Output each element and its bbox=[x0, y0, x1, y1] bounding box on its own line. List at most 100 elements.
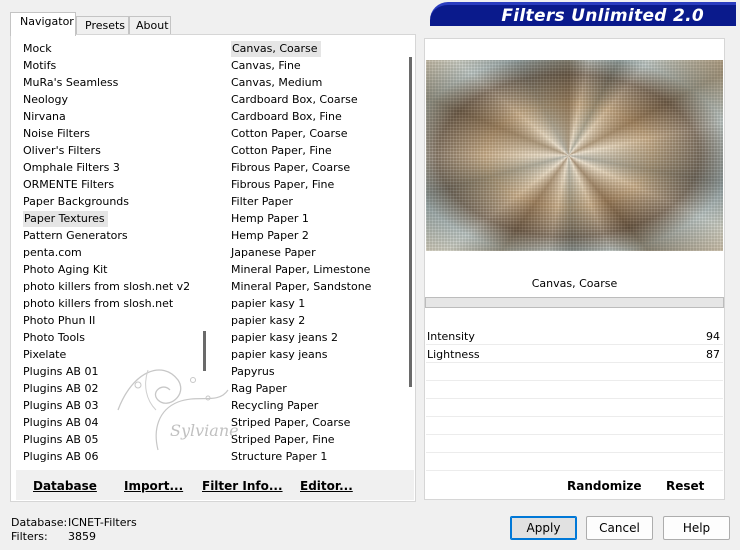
category-item[interactable]: Neology bbox=[21, 91, 197, 108]
category-item-label: Plugins AB 03 bbox=[23, 399, 99, 412]
filter-item[interactable]: Japanese Paper bbox=[229, 244, 405, 261]
filter-item[interactable]: Canvas, Fine bbox=[229, 57, 405, 74]
category-item[interactable]: Noise Filters bbox=[21, 125, 197, 142]
filter-item-label: Cotton Paper, Fine bbox=[231, 144, 332, 157]
param-row-empty bbox=[426, 436, 723, 453]
category-item-label: Paper Backgrounds bbox=[23, 195, 130, 208]
category-item[interactable]: Photo Tools bbox=[21, 329, 197, 346]
reset-button[interactable]: Reset bbox=[666, 479, 704, 493]
category-item[interactable]: photo killers from slosh.net bbox=[21, 295, 197, 312]
tab-about[interactable]: About bbox=[129, 16, 171, 35]
category-item-label: Photo Tools bbox=[23, 331, 85, 344]
filter-item[interactable]: papier kasy jeans bbox=[229, 346, 405, 363]
tab-navigator[interactable]: Navigator bbox=[10, 12, 76, 36]
filter-list-scrollbar[interactable] bbox=[409, 57, 412, 387]
filter-item[interactable]: Rag Paper bbox=[229, 380, 405, 397]
watermark-signature: Sylviane bbox=[170, 421, 239, 440]
help-button[interactable]: Help bbox=[663, 516, 730, 540]
category-item-label: Nirvana bbox=[23, 110, 66, 123]
category-item[interactable]: photo killers from slosh.net v2 bbox=[21, 278, 197, 295]
filter-item[interactable]: Hemp Paper 2 bbox=[229, 227, 405, 244]
filter-item-label: Fibrous Paper, Fine bbox=[231, 178, 335, 191]
cancel-button[interactable]: Cancel bbox=[586, 516, 653, 540]
app-title: Filters Unlimited 2.0 bbox=[501, 6, 704, 26]
category-item[interactable]: ORMENTE Filters bbox=[21, 176, 197, 193]
import-button[interactable]: Import... bbox=[124, 479, 183, 493]
param-value: 87 bbox=[706, 348, 720, 361]
filter-item[interactable]: Hemp Paper 1 bbox=[229, 210, 405, 227]
tab-label: About bbox=[136, 19, 169, 32]
tab-presets[interactable]: Presets bbox=[76, 16, 129, 35]
database-button-label: Database bbox=[33, 479, 97, 493]
category-item-label: Motifs bbox=[23, 59, 57, 72]
filter-list[interactable]: Canvas, Coarse Canvas, Fine Canvas, Medium… bbox=[229, 40, 405, 468]
param-row-empty bbox=[426, 418, 723, 435]
category-item-label: photo killers from slosh.net v2 bbox=[23, 280, 191, 293]
category-item-label: Omphale Filters 3 bbox=[23, 161, 120, 174]
filter-item[interactable]: Mineral Paper, Limestone bbox=[229, 261, 405, 278]
category-item-label: penta.com bbox=[23, 246, 82, 259]
database-button[interactable]: Database bbox=[33, 479, 97, 493]
category-item[interactable]: Mock bbox=[21, 40, 197, 57]
category-item[interactable]: Oliver's Filters bbox=[21, 142, 197, 159]
category-item-label: Noise Filters bbox=[23, 127, 90, 140]
param-row-empty bbox=[426, 454, 723, 471]
filter-item[interactable]: Recycling Paper bbox=[229, 397, 405, 414]
randomize-button[interactable]: Randomize bbox=[567, 479, 641, 493]
selected-filter-name: Canvas, Coarse bbox=[531, 277, 618, 290]
filter-item[interactable]: Striped Paper, Fine bbox=[229, 431, 405, 448]
category-item-label: Pattern Generators bbox=[23, 229, 128, 242]
param-value: 94 bbox=[706, 330, 720, 343]
filter-item-label: Hemp Paper 2 bbox=[231, 229, 309, 242]
filter-item[interactable]: papier kasy 1 bbox=[229, 295, 405, 312]
tab-bar: Navigator Presets About bbox=[10, 12, 180, 36]
category-item-label: MuRa's Seamless bbox=[23, 76, 119, 89]
category-item[interactable]: penta.com bbox=[21, 244, 197, 261]
filter-item[interactable]: Cotton Paper, Coarse bbox=[229, 125, 405, 142]
category-item[interactable]: Paper Backgrounds bbox=[21, 193, 197, 210]
filter-item-label: Mineral Paper, Limestone bbox=[231, 263, 371, 276]
filter-item[interactable]: papier kasy 2 bbox=[229, 312, 405, 329]
filter-item[interactable]: Papyrus bbox=[229, 363, 405, 380]
filter-item[interactable]: Mineral Paper, Sandstone bbox=[229, 278, 405, 295]
category-item[interactable]: Paper Textures bbox=[21, 210, 197, 227]
filter-item[interactable]: Filter Paper bbox=[229, 193, 405, 210]
filter-item[interactable]: Striped Paper, Coarse bbox=[229, 414, 405, 431]
editor-button-label: Editor... bbox=[300, 479, 353, 493]
filter-item[interactable]: Cardboard Box, Fine bbox=[229, 108, 405, 125]
category-item[interactable]: MuRa's Seamless bbox=[21, 74, 197, 91]
filter-item[interactable]: Structure Paper 1 bbox=[229, 448, 405, 465]
tab-label: Navigator bbox=[20, 15, 74, 28]
category-item[interactable]: Photo Phun II bbox=[21, 312, 197, 329]
filter-item[interactable]: Fibrous Paper, Coarse bbox=[229, 159, 405, 176]
category-item[interactable]: Motifs bbox=[21, 57, 197, 74]
filter-item-label: Canvas, Coarse bbox=[231, 41, 321, 57]
param-row-intensity[interactable]: Intensity 94 bbox=[426, 328, 723, 345]
param-row-empty bbox=[426, 382, 723, 399]
filter-item[interactable]: papier kasy jeans 2 bbox=[229, 329, 405, 346]
category-item-label: Pixelate bbox=[23, 348, 67, 361]
category-item[interactable]: Nirvana bbox=[21, 108, 197, 125]
editor-button[interactable]: Editor... bbox=[300, 479, 353, 493]
filter-item[interactable]: Fibrous Paper, Fine bbox=[229, 176, 405, 193]
tab-label: Presets bbox=[85, 19, 126, 32]
param-label: Lightness bbox=[427, 348, 480, 361]
param-label: Intensity bbox=[427, 330, 475, 343]
param-row-lightness[interactable]: Lightness 87 bbox=[426, 346, 723, 363]
filter-info-button[interactable]: Filter Info... bbox=[202, 479, 283, 493]
category-item[interactable]: Photo Aging Kit bbox=[21, 261, 197, 278]
category-item-label: photo killers from slosh.net bbox=[23, 297, 174, 310]
app-title-banner: Filters Unlimited 2.0 bbox=[430, 2, 736, 26]
filter-item-label: papier kasy jeans 2 bbox=[231, 331, 338, 344]
category-item-label: Photo Aging Kit bbox=[23, 263, 108, 276]
apply-button[interactable]: Apply bbox=[510, 516, 577, 540]
filter-item[interactable]: Canvas, Coarse bbox=[229, 40, 405, 57]
category-item[interactable]: Omphale Filters 3 bbox=[21, 159, 197, 176]
param-row-empty bbox=[426, 364, 723, 381]
param-row-empty bbox=[426, 400, 723, 417]
filter-item[interactable]: Cardboard Box, Coarse bbox=[229, 91, 405, 108]
category-item-label: Plugins AB 06 bbox=[23, 450, 99, 463]
category-item[interactable]: Pattern Generators bbox=[21, 227, 197, 244]
filter-item[interactable]: Canvas, Medium bbox=[229, 74, 405, 91]
filter-item[interactable]: Cotton Paper, Fine bbox=[229, 142, 405, 159]
